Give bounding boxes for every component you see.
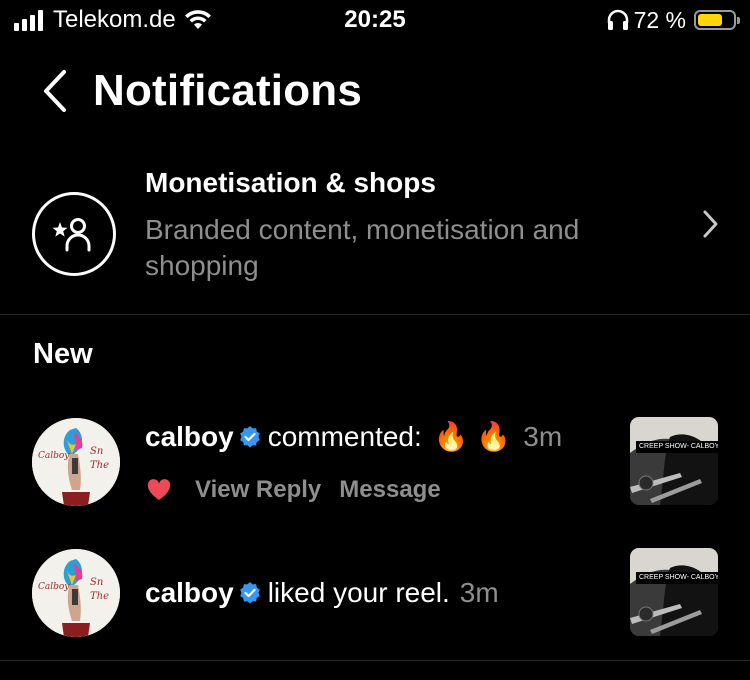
thumbnail-caption: CREEP SHOW- CALBOY <box>636 572 718 584</box>
avatar[interactable]: Calboy Sn The <box>32 549 120 637</box>
notification-actions: View Reply Message <box>145 475 459 505</box>
verified-badge-icon <box>239 582 260 604</box>
notification-text: calboy liked your reel. 3m <box>145 576 499 610</box>
notification-time: 3m <box>523 421 563 452</box>
back-button[interactable] <box>38 68 74 114</box>
notification-time: 3m <box>459 577 499 608</box>
username-link[interactable]: calboy <box>145 576 234 610</box>
reel-thumbnail-image <box>630 548 718 636</box>
notification-text: calboy commented: 🔥 🔥 3m <box>145 420 562 454</box>
monetisation-title: Monetisation & shops <box>145 167 436 198</box>
monetisation-subtitle: Branded content, monetisation and shoppi… <box>145 214 580 281</box>
svg-text:Calboy: Calboy <box>38 451 70 461</box>
chevron-right-icon <box>703 210 718 238</box>
notification-message: liked your reel. <box>267 577 450 608</box>
comment-emoji: 🔥 🔥 <box>433 421 512 452</box>
notification-message: commented: <box>267 421 422 452</box>
avatar[interactable]: Calboy Sn The <box>32 418 120 506</box>
svg-text:Sn: Sn <box>90 577 103 588</box>
svg-text:The: The <box>90 591 109 602</box>
chevron-left-icon <box>44 70 66 112</box>
divider <box>0 660 750 661</box>
message-button[interactable]: Message <box>339 475 440 505</box>
verified-badge-icon <box>239 426 260 448</box>
username-link[interactable]: calboy <box>145 420 234 454</box>
monetisation-shops-row[interactable]: Monetisation & shops Branded content, mo… <box>0 150 750 314</box>
reel-thumbnail[interactable]: CREEP SHOW- CALBOY <box>630 548 718 636</box>
headphones-icon <box>607 9 628 30</box>
divider <box>0 314 750 315</box>
status-bar: Telekom.de 20:25 72 % <box>0 0 750 44</box>
status-right: 72 % <box>606 7 740 33</box>
reel-thumbnail[interactable]: CREEP SHOW- CALBOY <box>630 417 718 505</box>
battery-icon <box>694 10 740 30</box>
page-title: Notifications <box>93 66 363 115</box>
album-art-image: Calboy Sn The <box>32 549 120 637</box>
album-art-image: Calboy Sn The <box>32 418 120 506</box>
heart-icon[interactable] <box>147 479 171 501</box>
battery-percent: 72 % <box>633 7 686 33</box>
svg-text:The: The <box>90 460 109 471</box>
reel-thumbnail-image <box>630 417 718 505</box>
svg-text:Calboy: Calboy <box>38 582 70 592</box>
svg-text:Sn: Sn <box>90 446 103 457</box>
star-person-icon <box>32 192 116 276</box>
view-reply-button[interactable]: View Reply <box>195 475 321 505</box>
section-title-new: New <box>33 338 93 370</box>
thumbnail-caption: CREEP SHOW- CALBOY <box>636 441 718 453</box>
